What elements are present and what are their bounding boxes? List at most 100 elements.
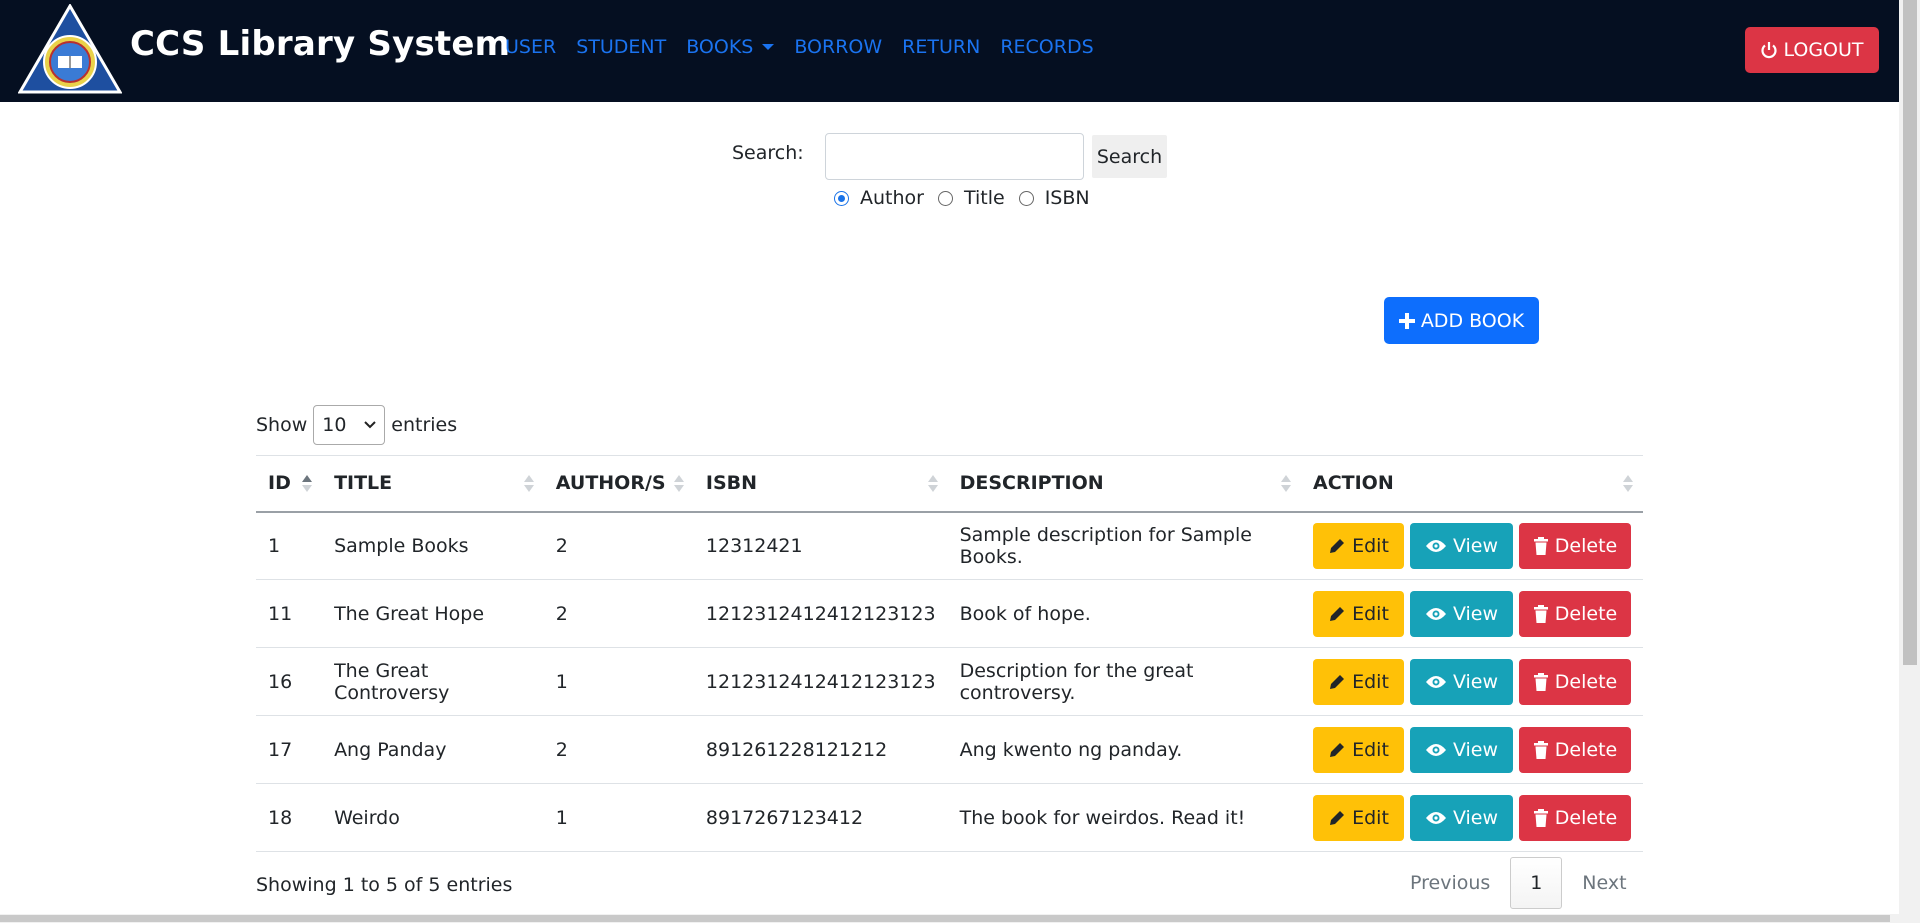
delete-label: Delete (1554, 670, 1618, 693)
trash-icon (1533, 740, 1549, 759)
next-page-button[interactable]: Next (1562, 872, 1646, 894)
table-header-row: ID TITLE AUTHOR/S ISBN DESCRIPTION ACTIO… (256, 455, 1643, 513)
horizontal-scrollbar-thumb[interactable] (0, 915, 1890, 922)
pencil-icon (1328, 741, 1346, 759)
radio-isbn-label: ISBN (1044, 187, 1090, 209)
col-authors-label: AUTHOR/S (555, 472, 666, 495)
col-authors[interactable]: AUTHOR/S (543, 455, 694, 513)
delete-label: Delete (1554, 534, 1618, 557)
delete-button[interactable]: Delete (1519, 794, 1631, 841)
view-button[interactable]: View (1410, 522, 1513, 569)
cell-title: Sample Books (322, 511, 544, 580)
nav-student[interactable]: STUDENT (576, 36, 666, 58)
add-book-label: ADD BOOK (1420, 309, 1525, 332)
edit-label: Edit (1352, 534, 1389, 557)
search-input[interactable] (825, 133, 1084, 180)
col-isbn[interactable]: ISBN (693, 455, 948, 513)
trash-icon (1533, 808, 1549, 827)
delete-button[interactable]: Delete (1519, 658, 1631, 705)
table-info: Showing 1 to 5 of 5 entries (256, 874, 513, 896)
radio-isbn[interactable] (1018, 190, 1034, 206)
edit-button[interactable]: Edit (1313, 794, 1404, 841)
col-title-label: TITLE (334, 472, 393, 495)
edit-button[interactable]: Edit (1313, 658, 1404, 705)
cell-isbn: 12312421 (693, 511, 948, 580)
search-button[interactable]: Search (1092, 135, 1167, 178)
sort-icon (523, 475, 534, 493)
add-book-button[interactable]: ADD BOOK (1384, 297, 1539, 344)
eye-icon (1425, 538, 1447, 554)
vertical-scrollbar-thumb[interactable] (1903, 0, 1917, 665)
sort-icon (1623, 475, 1633, 493)
previous-page-button[interactable]: Previous (1390, 872, 1510, 894)
col-id-label: ID (268, 472, 291, 495)
sort-icon (927, 475, 938, 493)
cell-description: Sample description for Sample Books. (947, 511, 1301, 580)
nav-records[interactable]: RECORDS (1000, 36, 1093, 58)
books-table: ID TITLE AUTHOR/S ISBN DESCRIPTION ACTIO… (256, 455, 1643, 852)
nav-borrow[interactable]: BORROW (794, 36, 882, 58)
cell-title: The Great Hope (322, 579, 544, 648)
entries-select-value: 10 (322, 414, 347, 436)
college-logo[interactable] (18, 4, 122, 96)
delete-button[interactable]: Delete (1519, 522, 1631, 569)
cell-id: 1 (256, 511, 323, 580)
radio-author[interactable] (834, 190, 849, 206)
cell-actions: Edit View Delete (1301, 647, 1643, 716)
cell-actions: Edit View Delete (1301, 783, 1643, 852)
view-button[interactable]: View (1410, 590, 1513, 637)
cell-id: 11 (256, 579, 323, 648)
radio-author-label: Author (860, 187, 924, 209)
nav-return[interactable]: RETURN (902, 36, 980, 58)
edit-button[interactable]: Edit (1313, 726, 1404, 773)
edit-label: Edit (1352, 670, 1389, 693)
col-title[interactable]: TITLE (322, 455, 544, 513)
edit-label: Edit (1352, 806, 1389, 829)
entries-suffix: entries (391, 414, 458, 436)
col-action[interactable]: ACTION (1301, 455, 1643, 513)
app-title[interactable]: CCS Library System (130, 24, 510, 64)
sort-icon (1281, 475, 1291, 493)
page-1-button[interactable]: 1 (1510, 857, 1563, 909)
cell-id: 16 (256, 647, 323, 716)
col-id[interactable]: ID (256, 455, 323, 513)
cell-description: Ang kwento ng panday. (947, 715, 1301, 784)
view-button[interactable]: View (1410, 794, 1513, 841)
view-button[interactable]: View (1410, 726, 1513, 773)
cell-authors: 2 (543, 579, 694, 648)
delete-button[interactable]: Delete (1519, 590, 1631, 637)
edit-button[interactable]: Edit (1313, 522, 1404, 569)
logout-button[interactable]: LOGOUT (1745, 27, 1879, 73)
pencil-icon (1328, 673, 1346, 691)
cell-description: The book for weirdos. Read it! (947, 783, 1301, 852)
eye-icon (1425, 674, 1447, 690)
edit-label: Edit (1352, 738, 1389, 761)
nav-books-label: BOOKS (686, 36, 754, 58)
col-description[interactable]: DESCRIPTION (947, 455, 1301, 513)
cell-description: Description for the great controversy. (947, 647, 1301, 716)
edit-label: Edit (1352, 602, 1389, 625)
power-icon (1760, 41, 1778, 59)
view-button[interactable]: View (1410, 658, 1513, 705)
view-label: View (1452, 534, 1499, 557)
trash-icon (1533, 672, 1549, 691)
sort-icon (673, 475, 684, 493)
table-row: 11 The Great Hope 2 1212312412412123123 Book… (256, 579, 1643, 648)
cell-authors: 1 (543, 647, 694, 716)
cell-isbn: 8917267123412 (693, 783, 948, 852)
pencil-icon (1328, 537, 1346, 555)
nav-books-dropdown[interactable]: BOOKS (686, 36, 775, 58)
edit-button[interactable]: Edit (1313, 590, 1404, 637)
radio-title[interactable] (937, 190, 953, 206)
cell-authors: 2 (543, 715, 694, 784)
sort-icon (302, 475, 313, 493)
col-isbn-label: ISBN (705, 472, 758, 495)
entries-select[interactable]: 10 (313, 405, 386, 445)
main-nav: USER STUDENT BOOKS BORROW RETURN RECORDS (505, 36, 1114, 58)
search-filter-group: Author Title ISBN (834, 187, 1104, 209)
plus-icon (1398, 312, 1415, 329)
nav-user[interactable]: USER (505, 36, 556, 58)
delete-button[interactable]: Delete (1519, 726, 1631, 773)
table-row: 17 Ang Panday 2 891261228121212 Ang kwento n… (256, 715, 1643, 784)
pagination: Previous 1 Next (1390, 857, 1647, 909)
